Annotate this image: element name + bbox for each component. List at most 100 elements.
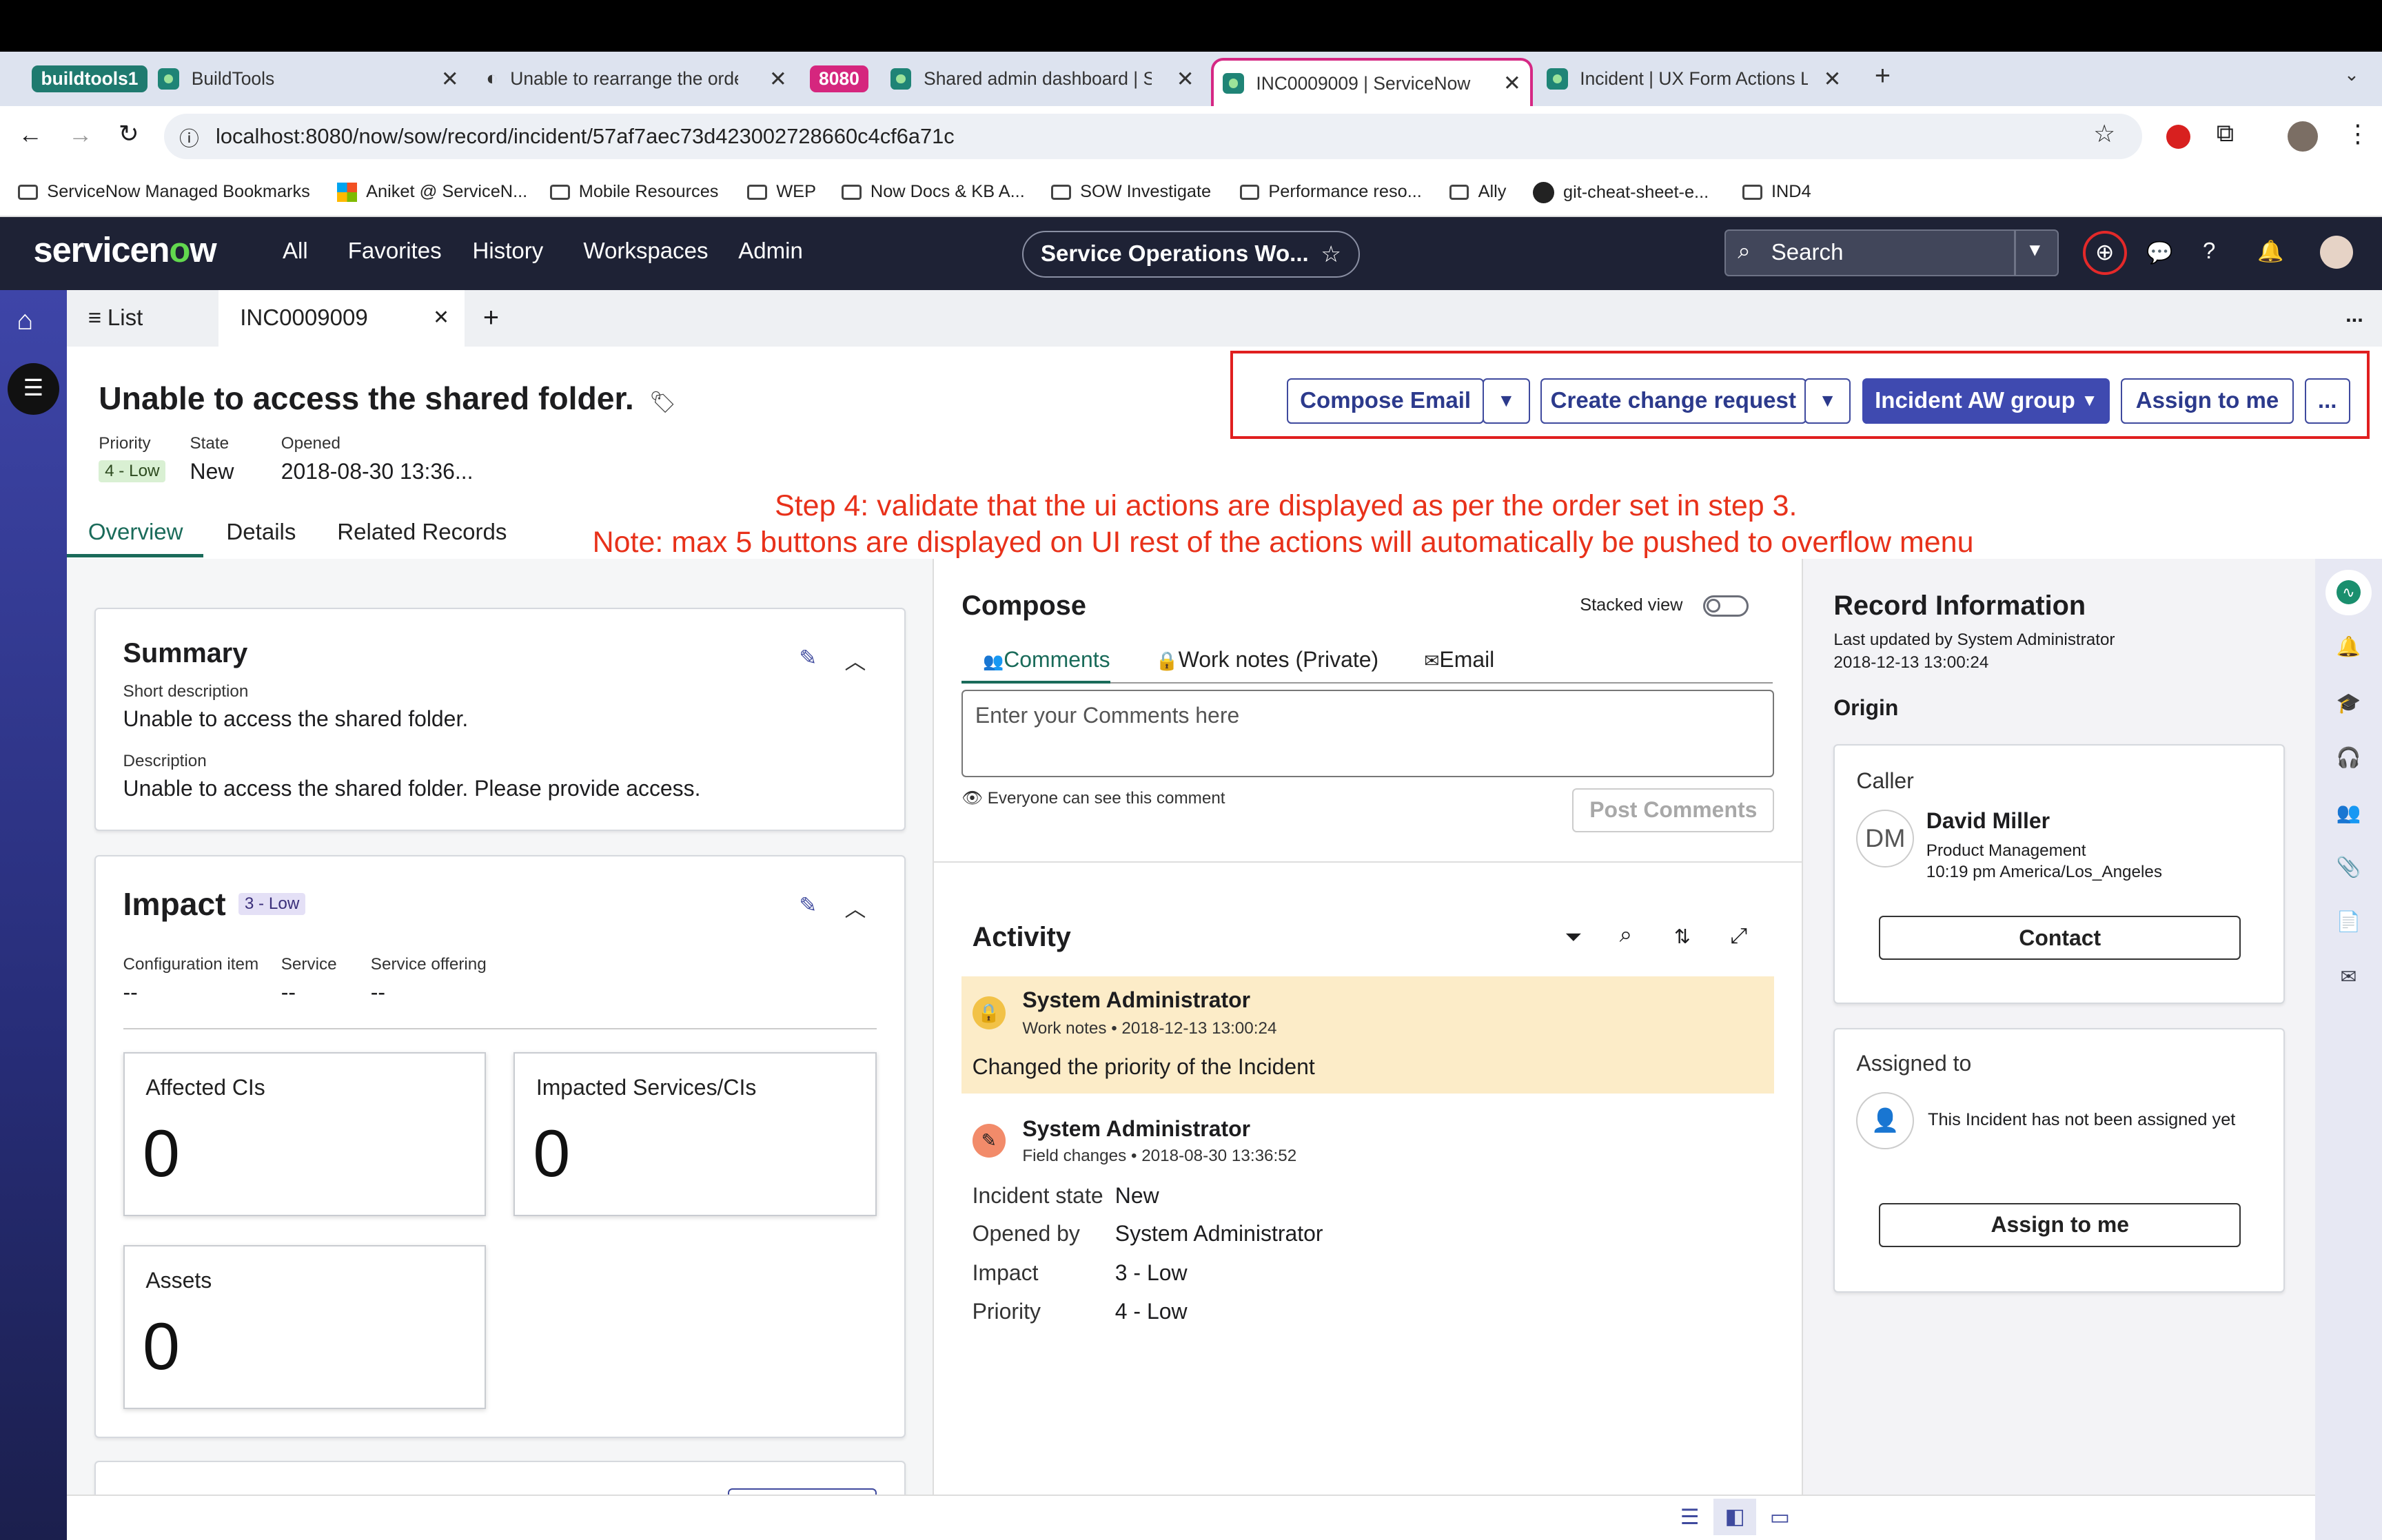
global-search-input[interactable]: ⌕ Search ▾ [1724, 229, 2059, 277]
add-tab-button[interactable]: + [483, 302, 499, 333]
workspace-pill[interactable]: Service Operations Wo... ☆ [1022, 231, 1360, 278]
list-layout-icon[interactable]: ☰ [1680, 1505, 1700, 1530]
paperclip-icon[interactable]: 📎 [2337, 855, 2361, 879]
star-icon[interactable]: ☆ [1321, 240, 1341, 268]
edit-pencil-icon[interactable]: ✎ [799, 893, 817, 918]
chat-icon[interactable]: 💬 [2146, 240, 2172, 265]
search-icon[interactable]: ⌕ [1620, 922, 1633, 948]
puzzle-extensions-icon[interactable]: ⧉ [2217, 120, 2234, 148]
list-icon[interactable]: ☰ [8, 362, 59, 415]
work-notes-tab[interactable]: 🔒Work notes (Private) [1156, 647, 1378, 682]
nav-favorites[interactable]: Favorites [348, 238, 442, 265]
browser-tab[interactable]: ◐ Unable to rearrange the order ✕ [477, 58, 796, 101]
site-info-icon[interactable]: ⓘ [179, 123, 199, 152]
tab-related-records[interactable]: Related Records [337, 520, 507, 546]
nav-history[interactable]: History [472, 238, 543, 265]
bookmark-item[interactable]: ServiceNow Managed Bookmarks [18, 182, 310, 202]
user-avatar[interactable] [2319, 235, 2354, 269]
bookmark-item[interactable]: WEP [747, 182, 816, 202]
servicenow-logo[interactable]: servicenow [33, 229, 216, 270]
document-icon[interactable]: 📄 [2337, 910, 2361, 934]
create-change-dropdown-chevron-icon[interactable]: ▼ [1804, 378, 1851, 424]
mail-icon[interactable]: ✉ [2337, 965, 2361, 989]
incident-aw-group-button[interactable]: Incident AW group ▼ [1862, 378, 2110, 424]
tab-record[interactable]: INC0009009 ✕ [218, 289, 465, 347]
filter-icon[interactable]: ⏷ [1565, 925, 1582, 950]
forward-arrow-icon[interactable]: → [68, 121, 92, 149]
knowledge-icon[interactable]: 🎓 [2337, 691, 2361, 715]
compose-email-dropdown-chevron-icon[interactable]: ▼ [1483, 378, 1530, 424]
overflow-menu-button[interactable]: ... [2304, 378, 2350, 424]
assign-to-me-button[interactable]: Assign to me [2120, 378, 2294, 424]
edit-pencil-icon[interactable]: ✎ [799, 646, 817, 670]
tab-group-label[interactable]: buildtools1 [32, 65, 147, 93]
bookmark-star-icon[interactable]: ☆ [2093, 120, 2115, 148]
compose-email-button[interactable]: Compose Email [1286, 378, 1485, 424]
headset-icon[interactable]: 🎧 [2337, 746, 2361, 770]
bookmark-label: Mobile Resources [578, 182, 719, 202]
comments-textarea[interactable]: Enter your Comments here [961, 689, 1775, 778]
single-layout-icon[interactable]: ▭ [1770, 1505, 1790, 1530]
collapse-chevron-up-icon[interactable]: ︿ [844, 892, 866, 923]
collapse-chevron-up-icon[interactable]: ︿ [844, 644, 866, 675]
bookmark-item[interactable]: Performance reso... [1239, 182, 1422, 202]
tab-details[interactable]: Details [226, 520, 296, 546]
new-tab-button[interactable]: + [1875, 61, 1891, 92]
profile-avatar[interactable] [2288, 121, 2319, 152]
close-icon[interactable]: ✕ [1177, 67, 1194, 92]
people-icon[interactable]: 👥 [2337, 801, 2361, 825]
help-icon[interactable]: ? [2203, 238, 2215, 265]
browser-tab[interactable]: Incident | UX Form Actions La ✕ [1538, 58, 1851, 101]
bookmark-item[interactable]: IND4 [1742, 182, 1811, 202]
post-comments-button[interactable]: Post Comments [1572, 788, 1775, 832]
bookmark-item[interactable]: git-cheat-sheet-e... [1532, 182, 1709, 204]
tab-list[interactable]: ≡ List [67, 290, 218, 347]
home-icon[interactable]: ⌂ [17, 305, 33, 336]
tab-group-label[interactable]: 8080 [809, 65, 869, 93]
browser-menu-icon[interactable]: ⋮ [2345, 120, 2370, 148]
affected-cis-card[interactable]: Affected CIs 0 [123, 1052, 487, 1217]
tag-icon[interactable]: 🏷 [649, 390, 676, 414]
bookmark-item[interactable]: Ally [1449, 182, 1506, 202]
comments-tab[interactable]: 👥Comments [961, 647, 1110, 684]
nav-admin[interactable]: Admin [738, 238, 803, 265]
chevron-down-icon[interactable]: ▾ [2029, 237, 2039, 262]
tab-search-chevron-icon[interactable]: ⌄ [2344, 64, 2359, 85]
bookmark-item[interactable]: Mobile Resources [549, 182, 719, 202]
bookmark-item[interactable]: SOW Investigate [1051, 182, 1211, 202]
close-icon[interactable]: ✕ [1824, 67, 1842, 92]
browser-tab[interactable]: BuildTools ✕ [149, 58, 468, 101]
nav-all[interactable]: All [283, 238, 308, 265]
bookmark-item[interactable]: Now Docs & KB A... [842, 182, 1025, 202]
close-icon[interactable]: ✕ [1503, 71, 1521, 96]
nav-workspaces[interactable]: Workspaces [583, 238, 708, 265]
activity-user: System Administrator [1022, 987, 1251, 1012]
caller-name[interactable]: David Miller [1926, 808, 2050, 834]
browser-tab-active[interactable]: INC0009009 | ServiceNow ✕ [1210, 57, 1533, 107]
bell-icon[interactable]: 🔔 [2257, 238, 2283, 264]
expand-icon[interactable]: ⤢ [1730, 923, 1747, 949]
assets-card[interactable]: Assets 0 [123, 1245, 487, 1410]
url-input[interactable]: ⓘ localhost:8080/now/sow/record/incident… [164, 114, 2142, 160]
more-icon[interactable]: ... [2345, 302, 2363, 327]
sort-icon[interactable]: ⇅ [1674, 925, 1691, 949]
globe-icon[interactable]: ⊕ [2082, 231, 2127, 275]
close-icon[interactable]: ✕ [433, 305, 449, 329]
bell-icon[interactable]: 🔔 [2337, 635, 2361, 659]
reload-icon[interactable]: ↻ [119, 120, 139, 148]
stacked-view-toggle[interactable] [1702, 595, 1749, 617]
split-layout-icon[interactable]: ◧ [1713, 1499, 1756, 1536]
email-tab[interactable]: ✉Email [1424, 647, 1494, 682]
back-arrow-icon[interactable]: ← [18, 121, 42, 149]
bookmark-label: WEP [776, 182, 816, 202]
close-icon[interactable]: ✕ [441, 67, 459, 92]
impacted-services-card[interactable]: Impacted Services/CIs 0 [513, 1052, 877, 1217]
contact-button[interactable]: Contact [1879, 916, 2241, 960]
create-change-request-button[interactable]: Create change request [1540, 378, 1806, 424]
tab-overview[interactable]: Overview [88, 520, 183, 546]
browser-tab[interactable]: Shared admin dashboard | Se ✕ [881, 58, 1203, 101]
close-icon[interactable]: ✕ [769, 67, 787, 92]
assign-to-me-panel-button[interactable]: Assign to me [1879, 1202, 2241, 1247]
extension-icon[interactable] [2166, 124, 2191, 149]
bookmark-item[interactable]: Aniket @ ServiceN... [337, 182, 527, 203]
